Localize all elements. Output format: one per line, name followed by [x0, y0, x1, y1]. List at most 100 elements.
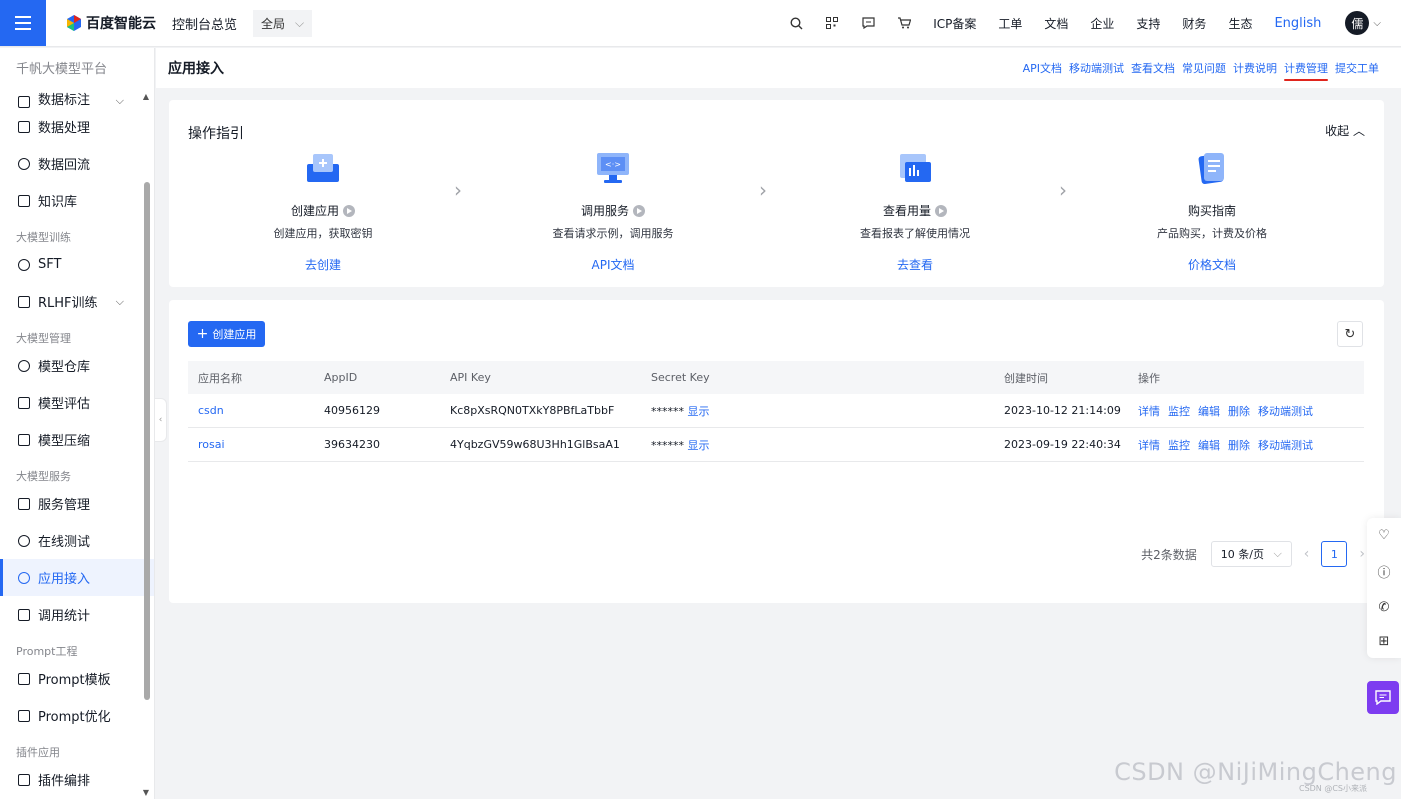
app-name-link[interactable]: rosai [188, 438, 314, 451]
detail-link[interactable]: 详情 [1138, 437, 1160, 453]
sidebar-title: 千帆大模型平台 [16, 62, 108, 77]
sidebar-item-call-stats[interactable]: 调用统计 [0, 596, 154, 633]
actions-cell: 详情 监控 编辑 删除 移动端测试 [1128, 403, 1364, 419]
sidebar-item-online-test[interactable]: 在线测试 [0, 522, 154, 559]
sidebar-item-service-mgmt[interactable]: 服务管理 [0, 485, 154, 522]
billing-info-link[interactable]: 计费说明 [1233, 60, 1277, 76]
play-icon[interactable] [935, 204, 947, 217]
chat-assistant-button[interactable] [1367, 681, 1399, 714]
model-eval-icon [18, 396, 30, 409]
nav-icp[interactable]: ICP备案 [933, 15, 976, 32]
region-scope-select[interactable]: 全局 ⌵ [253, 9, 313, 37]
view-doc-link[interactable]: 查看文档 [1131, 60, 1175, 76]
delete-link[interactable]: 删除 [1228, 403, 1250, 419]
billing-manage-link[interactable]: 计费管理 [1284, 60, 1328, 81]
sidebar-collapse-handle[interactable]: ‹ [155, 398, 167, 442]
sidebar-item-rlhf[interactable]: RLHF训练 ⌵ [0, 283, 154, 320]
next-page-icon[interactable]: › [1359, 546, 1365, 562]
api-doc-link[interactable]: API文档 [1023, 60, 1062, 76]
sidebar-item-label: SFT [38, 257, 62, 272]
page-size-select[interactable]: 10 条/页 ⌵ [1210, 541, 1292, 567]
detail-link[interactable]: 详情 [1138, 403, 1160, 419]
play-icon[interactable] [633, 204, 645, 217]
secret-mask: ****** [651, 438, 684, 452]
sidebar-item-label: 模型评估 [38, 397, 91, 412]
message-icon[interactable] [861, 16, 875, 30]
app-name-link[interactable]: csdn [188, 404, 314, 417]
data-reflow-icon [18, 157, 30, 170]
sidebar-item-app-access[interactable]: 应用接入 [0, 559, 154, 596]
sidebar-item-model-compress[interactable]: 模型压缩 [0, 421, 154, 458]
api-doc-step-link[interactable]: API文档 [523, 256, 703, 273]
language-switch[interactable]: English [1274, 16, 1321, 31]
step-title: 查看用量 [882, 204, 931, 218]
plugin-edit-icon [18, 773, 30, 786]
sidebar-item-label: 服务管理 [38, 498, 91, 513]
page-number-button[interactable]: 1 [1321, 541, 1348, 567]
sidebar-group-plugin: 插件应用 [16, 746, 60, 759]
chevron-down-icon[interactable]: ⌵ [1373, 18, 1381, 29]
console-overview-link[interactable]: 控制台总览 [172, 14, 237, 33]
go-view-link[interactable]: 去查看 [825, 256, 1005, 273]
nav-support[interactable]: 支持 [1136, 15, 1160, 32]
sidebar-item-model-eval[interactable]: 模型评估 [0, 384, 154, 421]
apps-grid-icon[interactable]: ⊞ [1379, 634, 1390, 649]
sidebar-item-sft[interactable]: SFT [0, 246, 154, 283]
sidebar-item-plugin-edit[interactable]: 插件编排 [0, 761, 154, 798]
sidebar-scrollbar[interactable] [144, 182, 150, 700]
baidu-cloud-logo[interactable]: 百度智能云 [66, 13, 156, 33]
mobile-test-action-link[interactable]: 移动端测试 [1258, 437, 1313, 453]
step-desc: 查看报表了解使用情况 [860, 227, 970, 240]
price-doc-link[interactable]: 价格文档 [1122, 256, 1302, 273]
go-create-link[interactable]: 去创建 [233, 256, 413, 273]
nav-ticket[interactable]: 工单 [998, 15, 1022, 32]
monitor-link[interactable]: 监控 [1168, 403, 1190, 419]
show-secret-link[interactable]: 显示 [688, 439, 710, 452]
nav-finance[interactable]: 财务 [1182, 15, 1206, 32]
chevron-right-icon: › [1059, 178, 1067, 202]
refresh-button[interactable]: ↻ [1337, 321, 1363, 347]
create-app-button[interactable]: + 创建应用 [188, 321, 265, 347]
purchase-guide-icon [1194, 150, 1230, 186]
page-title: 应用接入 [168, 61, 224, 77]
help-icon[interactable]: ⓘ [1377, 562, 1390, 581]
cart-icon[interactable] [897, 16, 911, 30]
sidebar-item-data-label[interactable]: 数据标注 ⌵ [0, 86, 154, 108]
nav-ecosystem[interactable]: 生态 [1228, 15, 1252, 32]
refresh-icon: ↻ [1344, 326, 1356, 342]
sidebar-item-data-process[interactable]: 数据处理 [0, 108, 154, 145]
scroll-up-icon[interactable]: ▲ [143, 92, 149, 101]
user-avatar[interactable]: 儒 [1345, 11, 1370, 35]
fold-toggle[interactable]: 收起 ︿ [1325, 122, 1365, 139]
prev-page-icon[interactable]: ‹ [1304, 546, 1310, 562]
scroll-down-icon[interactable]: ▼ [143, 788, 149, 797]
sidebar-item-knowledge[interactable]: 知识库 [0, 182, 154, 219]
show-secret-link[interactable]: 显示 [688, 405, 710, 418]
sidebar-item-prompt-template[interactable]: Prompt模板 [0, 660, 154, 697]
play-icon[interactable] [343, 204, 355, 217]
nav-docs[interactable]: 文档 [1044, 15, 1068, 32]
sidebar-item-prompt-optimize[interactable]: Prompt优化 [0, 697, 154, 734]
phone-icon[interactable]: ✆ [1379, 600, 1390, 615]
submit-ticket-link[interactable]: 提交工单 [1335, 60, 1379, 76]
guide-step-call-service: <·> 调用服务 查看请求示例，调用服务 API文档 [523, 150, 703, 273]
delete-link[interactable]: 删除 [1228, 437, 1250, 453]
monitor-link[interactable]: 监控 [1168, 437, 1190, 453]
mobile-test-action-link[interactable]: 移动端测试 [1258, 403, 1313, 419]
heart-icon[interactable]: ♡ [1378, 528, 1390, 543]
sidebar-item-label: Prompt优化 [38, 710, 111, 725]
sidebar-item-data-reflow[interactable]: 数据回流 [0, 145, 154, 182]
hamburger-menu-button[interactable] [0, 0, 46, 46]
qrcode-icon[interactable] [825, 16, 839, 30]
mobile-test-link[interactable]: 移动端测试 [1069, 60, 1124, 76]
edit-link[interactable]: 编辑 [1198, 403, 1220, 419]
faq-link[interactable]: 常见问题 [1182, 60, 1226, 76]
call-stats-icon [18, 608, 30, 621]
sidebar-group-prompt: Prompt工程 [16, 645, 78, 658]
sidebar-item-model-repo[interactable]: 模型仓库 [0, 347, 154, 384]
guide-step-purchase: 购买指南 产品购买，计费及价格 价格文档 [1122, 150, 1302, 273]
edit-link[interactable]: 编辑 [1198, 437, 1220, 453]
sidebar-item-label: 数据标注 [38, 93, 91, 108]
search-icon[interactable] [789, 16, 803, 30]
nav-enterprise[interactable]: 企业 [1090, 15, 1114, 32]
